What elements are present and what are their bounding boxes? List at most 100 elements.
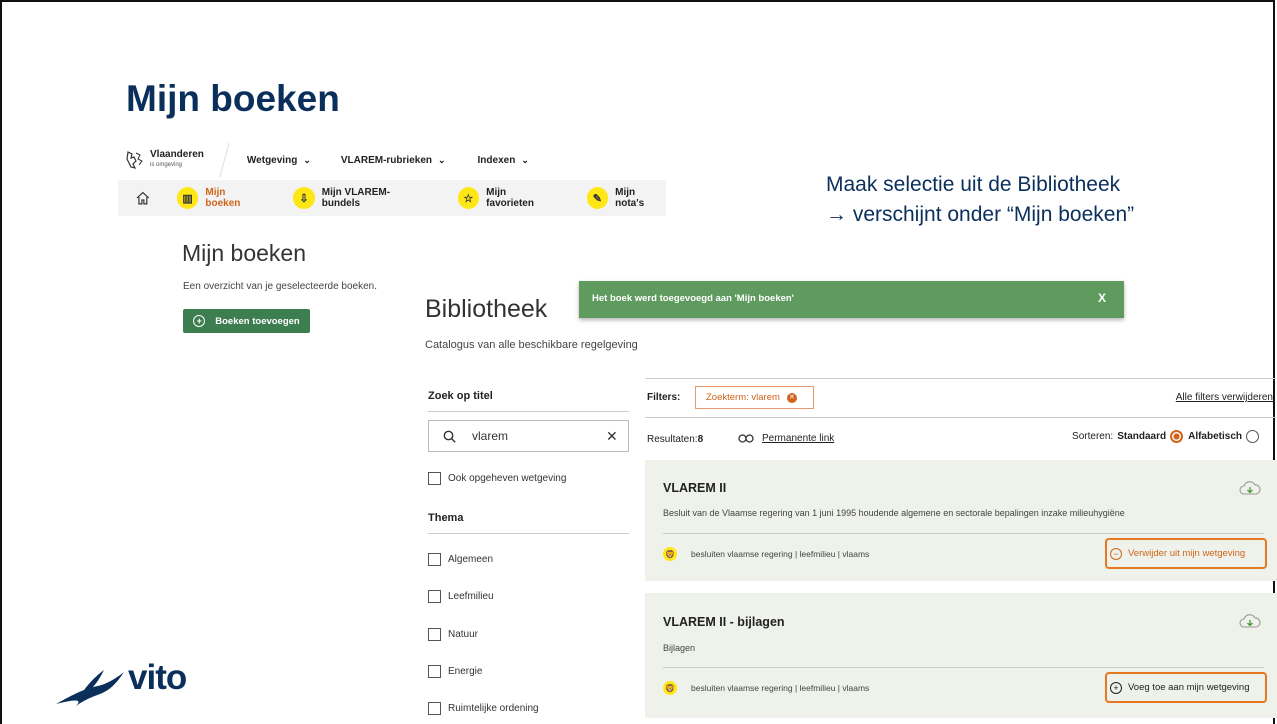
theme-label: Thema	[428, 512, 464, 524]
checkbox-label: Ook opgeheven wetgeving	[448, 473, 567, 484]
filters-label: Filters:	[647, 392, 681, 403]
menu-label: Indexen	[477, 154, 516, 166]
flemish-lion-icon	[126, 151, 143, 169]
vito-logo-text: vito	[128, 658, 187, 697]
star-icon: ☆	[457, 187, 480, 209]
menu-label: Wetgeving	[246, 154, 298, 166]
checkbox[interactable]	[428, 553, 441, 566]
clear-all-filters-link[interactable]: Alle filters verwijderen	[1176, 392, 1273, 403]
flemish-lion-icon: 🦁	[663, 681, 677, 695]
search-title-input[interactable]	[470, 428, 594, 444]
menu-indexen[interactable]: Indexen ⌄	[478, 155, 529, 166]
checkbox-label: Algemeen	[448, 554, 494, 565]
theme-checkbox-leefmilieu[interactable]: Leefmilieu	[428, 590, 494, 603]
subnav-label: Mijn favorieten	[486, 187, 534, 209]
menu-wetgeving[interactable]: Wetgeving ⌄	[247, 155, 311, 166]
theme-checkbox-algemeen[interactable]: Algemeen	[428, 553, 493, 566]
vito-logo: vito	[54, 658, 214, 710]
main-menu: Vlaanderen is omgeving Wetgeving ⌄ VLAREM…	[118, 140, 666, 180]
result-title[interactable]: VLAREM II	[663, 481, 726, 495]
result-tags-text: besluiten vlaamse regering | leefmilieu …	[691, 683, 870, 693]
home-icon[interactable]	[136, 191, 150, 205]
divider	[663, 533, 1264, 534]
add-books-button[interactable]: + Boeken toevoegen	[183, 309, 310, 333]
result-title[interactable]: VLAREM II - bijlagen	[663, 615, 785, 629]
minus-circle-icon: −	[1110, 547, 1122, 560]
chevron-down-icon: ⌄	[521, 154, 529, 165]
checkbox[interactable]	[428, 702, 441, 715]
vito-bird-icon	[56, 670, 124, 706]
logo-subtitle: is omgeving	[150, 162, 183, 168]
slide-title: Mijn boeken	[126, 78, 340, 119]
remove-from-my-legislation-button[interactable]: − Verwijder uit mijn wetgeving	[1105, 538, 1267, 569]
checkbox[interactable]	[428, 628, 441, 641]
mijn-boeken-subtitle: Een overzicht van je geselecteerde boeke…	[183, 281, 378, 292]
checkbox[interactable]	[428, 665, 441, 678]
toast-close-button[interactable]: X	[1098, 291, 1106, 305]
menu-vlarem-rubrieken[interactable]: VLAREM-rubrieken ⌄	[341, 155, 446, 166]
logo-title: Vlaanderen	[150, 149, 204, 160]
mijn-boeken-heading: Mijn boeken	[182, 240, 307, 266]
cloud-download-icon[interactable]	[1239, 613, 1261, 629]
theme-checkbox-natuur[interactable]: Natuur	[428, 628, 478, 641]
subnav-mijn-vlarem-bundels[interactable]: ⇩ Mijn VLAREM-bundels	[293, 187, 426, 209]
sort-option-label: Standaard	[1117, 431, 1167, 442]
subnav-label: Mijn boeken	[205, 187, 241, 209]
plus-circle-icon: +	[193, 315, 206, 327]
result-tags: 🦁 besluiten vlaamse regering | leefmilieu…	[663, 547, 869, 561]
remove-filter-icon[interactable]: ✕	[786, 392, 797, 403]
sort-label: Sorteren:	[1072, 431, 1114, 442]
active-filters-bar: Filters: Zoekterm: vlarem ✕ Alle filters…	[645, 378, 1276, 418]
sort-option-label: Alfabetisch	[1188, 431, 1242, 442]
checkbox[interactable]	[428, 590, 441, 603]
search-box: ✕	[428, 420, 629, 452]
divider	[428, 533, 629, 534]
plus-circle-icon: +	[1110, 681, 1122, 694]
subnav-mijn-boeken[interactable]: ▥ Mijn boeken	[176, 187, 262, 209]
sort-radio-alfabetisch[interactable]	[1246, 430, 1259, 443]
checkbox[interactable]	[428, 472, 441, 485]
result-tags-text: besluiten vlaamse regering | leefmilieu …	[691, 549, 870, 559]
subnav-label: Mijn nota's	[615, 187, 645, 209]
link-icon	[738, 434, 754, 443]
sort-radio-standaard[interactable]	[1170, 430, 1184, 443]
success-toast: Het boek werd toegevoegd aan 'Mijn boeke…	[579, 281, 1124, 318]
annotation-line-2: → verschijnt onder “Mijn boeken”	[826, 203, 1135, 226]
results-count-label: Resultaten:	[647, 434, 698, 445]
chevron-down-icon: ⌄	[437, 154, 446, 165]
subnav-label: Mijn VLAREM-bundels	[321, 187, 391, 209]
pencil-icon: ✎	[586, 187, 609, 209]
results-count: Resultaten:8	[647, 434, 703, 445]
menu-label: VLAREM-rubrieken	[340, 154, 432, 166]
bibliotheek-subtitle: Catalogus van alle beschikbare regelgevi…	[425, 339, 638, 351]
chevron-down-icon: ⌄	[303, 154, 311, 165]
annotation-line-1: Maak selectie uit de Bibliotheek	[826, 173, 1121, 196]
slide-annotation: Maak selectie uit de Bibliotheek → versc…	[826, 170, 1134, 230]
theme-checkbox-ruimtelijke-ordening[interactable]: Ruimtelijke ordening	[428, 702, 539, 715]
flemish-lion-icon: 🦁	[663, 547, 677, 561]
divider	[663, 667, 1264, 668]
search-icon	[443, 430, 456, 443]
add-to-my-legislation-button[interactable]: + Voeg toe aan mijn wetgeving	[1105, 672, 1267, 703]
include-repealed-checkbox[interactable]: Ook opgeheven wetgeving	[428, 472, 566, 485]
add-books-label: Boeken toevoegen	[215, 315, 300, 327]
vlaanderen-logo[interactable]: Vlaanderen is omgeving	[124, 140, 204, 180]
checkbox-label: Natuur	[448, 629, 479, 640]
cloud-download-icon[interactable]	[1239, 480, 1261, 496]
search-title-label: Zoek op titel	[428, 390, 493, 402]
checkbox-label: Leefmilieu	[448, 591, 494, 602]
action-label: Voeg toe aan mijn wetgeving	[1128, 682, 1250, 693]
checkbox-label: Ruimtelijke ordening	[448, 703, 539, 714]
logo-separator	[219, 143, 230, 177]
clear-search-icon[interactable]: ✕	[606, 428, 618, 445]
subnav-mijn-notas[interactable]: ✎ Mijn nota's	[586, 187, 667, 209]
filter-chip-search-term[interactable]: Zoekterm: vlarem ✕	[695, 386, 814, 409]
action-label: Verwijder uit mijn wetgeving	[1128, 548, 1246, 559]
permalink[interactable]: Permanente link	[738, 433, 834, 444]
result-description: Besluit van de Vlaamse regering van 1 ju…	[663, 508, 1125, 518]
divider	[428, 411, 629, 412]
subnav-mijn-favorieten[interactable]: ☆ Mijn favorieten	[457, 187, 556, 209]
sort-control: Sorteren: Standaard Alfabetisch	[1072, 430, 1264, 443]
top-navigation: Vlaanderen is omgeving Wetgeving ⌄ VLAREM…	[118, 140, 666, 216]
theme-checkbox-energie[interactable]: Energie	[428, 665, 482, 678]
